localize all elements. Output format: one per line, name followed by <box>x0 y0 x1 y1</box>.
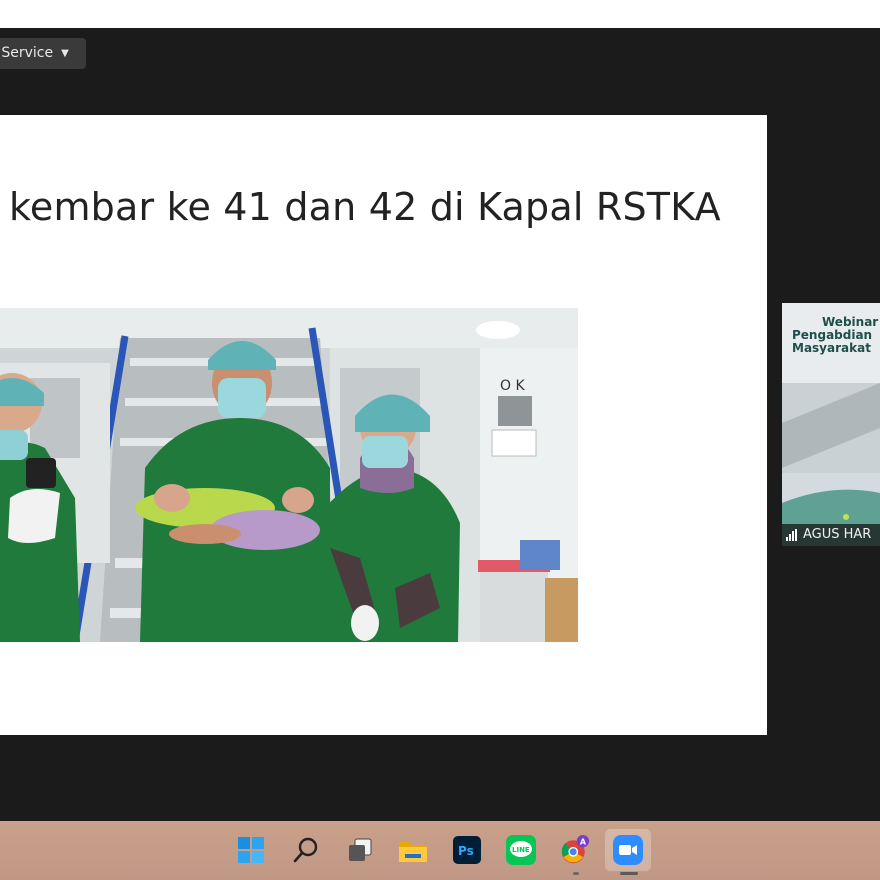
view-options-button[interactable]: g Service ▼ <box>0 38 86 69</box>
participant-name-bar: AGUS HAR <box>782 524 880 546</box>
windows-start-icon[interactable] <box>236 835 266 865</box>
participant-name: AGUS HAR <box>803 527 872 542</box>
search-icon[interactable] <box>291 835 321 865</box>
window-top-strip <box>0 0 880 28</box>
signal-strength-icon <box>786 529 797 541</box>
chrome-running-indicator <box>573 872 579 875</box>
task-view-icon[interactable] <box>345 835 375 865</box>
thumbnail-line-2: Pengabdian <box>792 328 872 342</box>
windows-taskbar: Ps LINE A <box>0 821 880 880</box>
meeting-stage: g Service ▼ i kembar ke 41 dan 42 di Kap… <box>0 28 880 821</box>
slide-title: i kembar ke 41 dan 42 di Kapal RSTKA <box>0 185 721 229</box>
chrome-profile-label: A <box>580 838 587 847</box>
thumbnail-line-1: Webinar <box>822 315 878 329</box>
line-icon[interactable]: LINE <box>506 835 536 865</box>
chevron-down-icon: ▼ <box>61 48 69 59</box>
line-label: LINE <box>512 846 530 854</box>
view-options-label: g Service <box>0 45 54 61</box>
shared-slide: i kembar ke 41 dan 42 di Kapal RSTKA O K <box>0 115 767 735</box>
chrome-icon[interactable]: A <box>560 835 590 865</box>
zoom-active-indicator <box>620 872 638 875</box>
photo-sign-text: O K <box>500 378 525 394</box>
zoom-icon[interactable] <box>613 835 643 865</box>
slide-photo: O K <box>0 308 578 642</box>
file-explorer-icon[interactable] <box>398 835 428 865</box>
photoshop-label: Ps <box>458 844 474 858</box>
photoshop-icon[interactable]: Ps <box>452 835 482 865</box>
participant-video-thumbnail[interactable]: Webinar Pengabdian Masyarakat <box>782 303 880 546</box>
thumbnail-line-3: Masyarakat <box>792 341 871 355</box>
